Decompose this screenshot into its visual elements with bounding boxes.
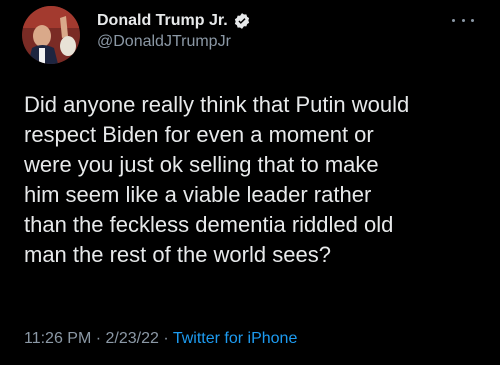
tweet-meta: 11:26 PM · 2/23/22 · Twitter for iPhone <box>24 330 297 348</box>
more-dot <box>452 18 455 22</box>
tweet-text-line: respect Biden for even a moment or <box>24 122 374 147</box>
more-horizontal-icon[interactable] <box>452 14 474 26</box>
tweet-text-line: were you just ok selling that to make <box>24 152 379 177</box>
tweet-time[interactable]: 11:26 PM <box>24 330 91 347</box>
meta-separator: · <box>91 330 106 347</box>
tweet-text-line: Did anyone really think that Putin would <box>24 92 410 117</box>
verified-badge-icon <box>233 12 251 30</box>
more-dot <box>461 18 465 22</box>
tweet-text-line: him seem like a viable leader rather <box>24 182 372 207</box>
tweet-date[interactable]: 2/23/22 <box>106 330 159 347</box>
display-name[interactable]: Donald Trump Jr. <box>97 12 228 30</box>
avatar-image <box>22 6 80 64</box>
avatar[interactable] <box>22 6 80 64</box>
tweet-source-link[interactable]: Twitter for iPhone <box>173 330 298 347</box>
tweet-text-line: man the rest of the world sees? <box>24 242 331 267</box>
more-dot <box>471 18 474 22</box>
tweet-text: Did anyone really think that Putin would… <box>24 90 484 270</box>
meta-separator: · <box>158 330 173 347</box>
name-row: Donald Trump Jr. <box>97 10 251 32</box>
tweet-header: Donald Trump Jr. @DonaldJTrumpJr <box>97 10 251 51</box>
tweet-text-line: than the feckless dementia riddled old <box>24 212 394 237</box>
tweet-card: Donald Trump Jr. @DonaldJTrumpJr Did any… <box>0 0 500 365</box>
user-handle[interactable]: @DonaldJTrumpJr <box>97 33 251 51</box>
